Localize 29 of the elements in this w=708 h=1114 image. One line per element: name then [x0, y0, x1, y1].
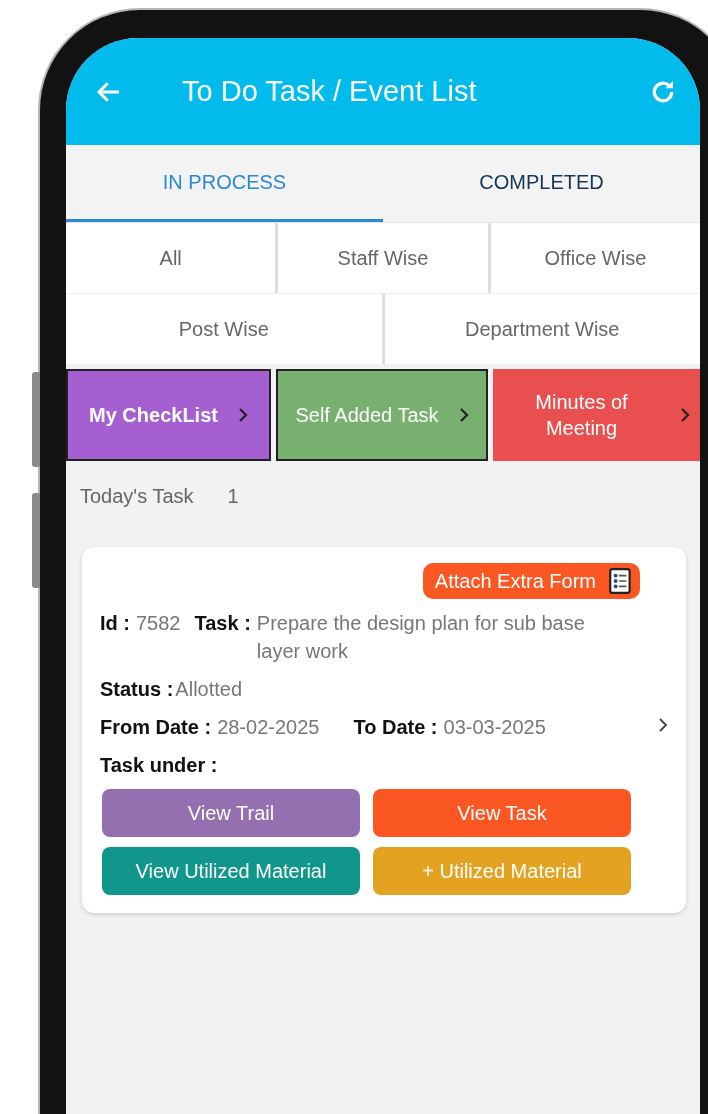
screen-title: To Do Task / Event List — [182, 75, 478, 108]
task-description: Prepare the design plan for sub base layer work — [256, 611, 586, 664]
attach-form-button[interactable]: Attach Extra Form — [422, 563, 640, 599]
status-value: Allotted — [175, 677, 243, 702]
to-date-label: To Date : — [353, 715, 438, 740]
checklist-icon — [608, 567, 634, 595]
to-date-value: 03-03-2025 — [443, 715, 546, 740]
from-date-value: 28-02-2025 — [217, 715, 320, 740]
task-under-label: Task under : — [100, 753, 218, 778]
task-card[interactable] — [82, 547, 686, 913]
action-button[interactable]: + Utilized Material — [373, 847, 631, 895]
action-button[interactable]: View Trail — [102, 789, 360, 837]
from-date-label: From Date : — [100, 715, 212, 740]
tab[interactable]: COMPLETED — [383, 145, 700, 222]
section-label: Today's Task — [80, 485, 194, 509]
id-label: Id : — [100, 611, 130, 636]
shortcut-button[interactable]: Self Added Task — [276, 369, 488, 461]
chevron-right-icon — [458, 407, 469, 423]
chevron-right-icon[interactable] — [658, 717, 668, 733]
shortcut-button[interactable]: Minutes of Meeting — [493, 369, 700, 461]
shortcut-button[interactable]: My CheckList — [66, 369, 271, 461]
chevron-right-icon — [237, 407, 248, 423]
status-label: Status : — [100, 677, 174, 702]
action-button[interactable]: View Task — [373, 789, 631, 837]
id-value: 7582 — [136, 611, 181, 636]
action-button[interactable]: View Utilized Material — [102, 847, 360, 895]
task-label: Task : — [194, 611, 251, 636]
task-count: 1 — [227, 485, 239, 509]
chevron-right-icon — [680, 407, 690, 423]
